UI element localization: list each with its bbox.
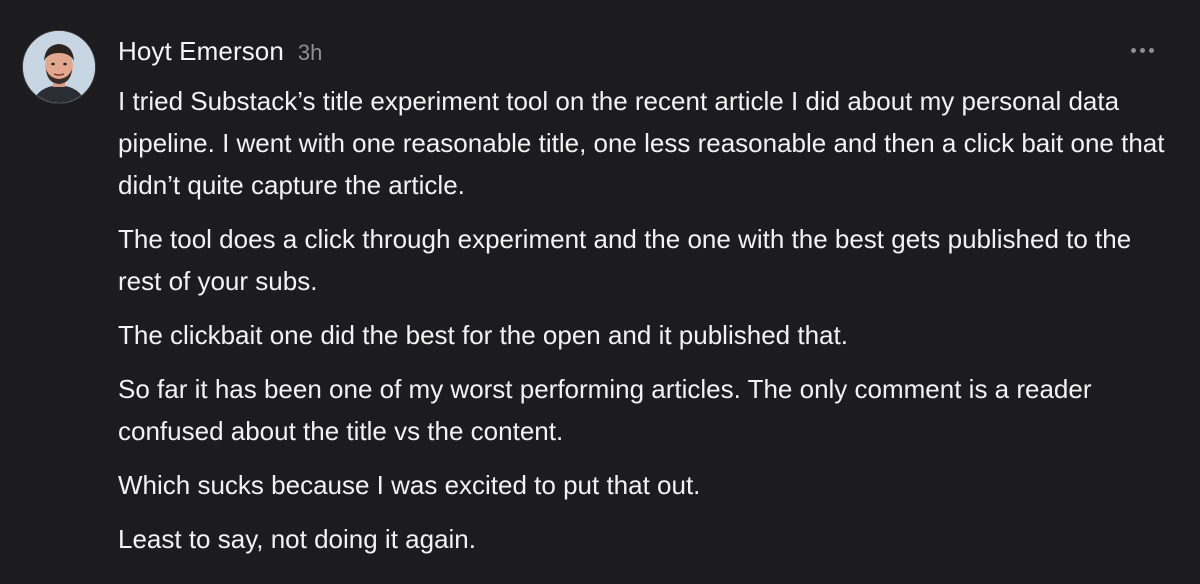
avatar[interactable] <box>22 30 96 104</box>
ellipsis-icon <box>1130 47 1136 53</box>
paragraph: Least to say, not doing it again. <box>118 524 476 554</box>
author-name[interactable]: Hoyt Emerson <box>118 36 284 67</box>
paragraph: So far it has been one of my worst perfo… <box>118 374 1092 446</box>
paragraph: The clickbait one did the best for the o… <box>118 320 848 350</box>
post-body: I tried Substack’s title experiment tool… <box>118 80 1178 560</box>
ellipsis-icon-dot <box>1139 47 1145 53</box>
avatar-photo-icon <box>23 31 95 103</box>
ellipsis-icon-dot <box>1148 47 1154 53</box>
post-header: Hoyt Emerson 3h <box>118 36 322 67</box>
paragraph: The tool does a click through experiment… <box>118 224 1132 296</box>
more-options-button[interactable] <box>1126 40 1158 60</box>
paragraph: I tried Substack’s title experiment tool… <box>118 86 1165 200</box>
paragraph: Which sucks because I was excited to put… <box>118 470 701 500</box>
timestamp[interactable]: 3h <box>298 40 322 66</box>
comment-post: Hoyt Emerson 3h I tried Substack’s title… <box>0 0 1200 584</box>
